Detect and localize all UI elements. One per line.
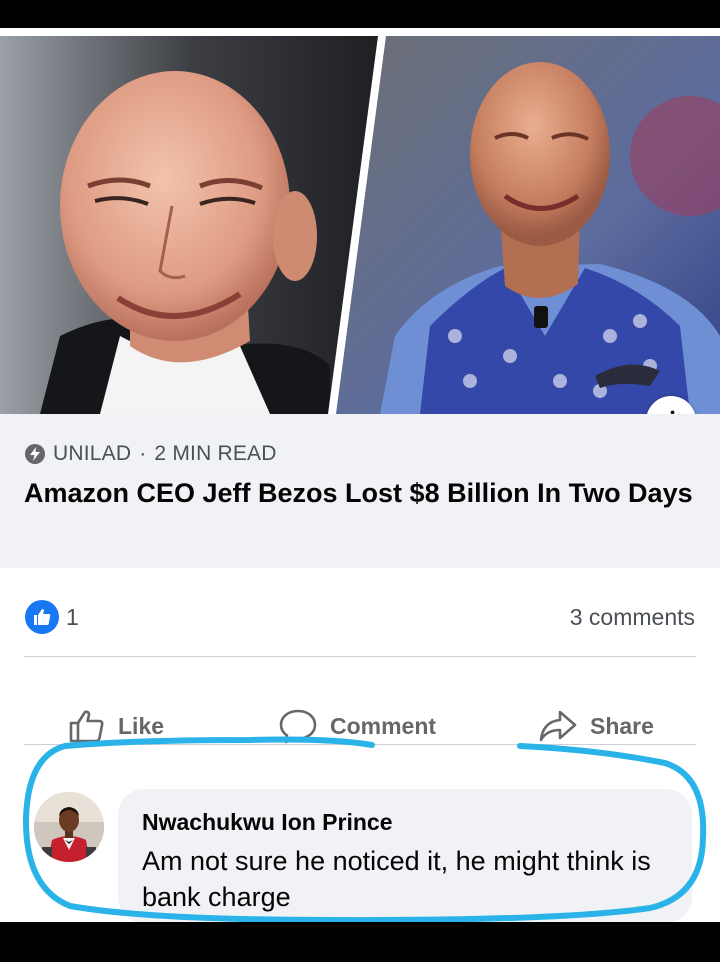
link-source: UNILAD · 2 MIN READ bbox=[25, 442, 277, 466]
comment: Nwachukwu Ion Prince Am not sure he noti… bbox=[0, 762, 720, 922]
link-preview-image[interactable]: i bbox=[0, 36, 720, 414]
comment-button[interactable]: Comment bbox=[278, 708, 436, 744]
bezos-photo-composite bbox=[0, 36, 720, 414]
like-count[interactable]: 1 bbox=[66, 604, 79, 631]
avatar[interactable] bbox=[34, 792, 104, 862]
source-name: UNILAD bbox=[53, 442, 132, 465]
link-preview[interactable]: UNILAD · 2 MIN READ Amazon CEO Jeff Bezo… bbox=[0, 414, 720, 568]
facebook-post: i UNILAD · 2 MIN READ Amazon CEO Jeff Be… bbox=[0, 28, 720, 922]
thumbs-up-icon[interactable] bbox=[25, 600, 59, 634]
action-bar: Like Comment Share bbox=[0, 684, 720, 772]
like-button[interactable]: Like bbox=[68, 708, 164, 744]
share-label: Share bbox=[590, 712, 654, 739]
thumbs-up-outline-icon bbox=[69, 710, 104, 743]
like-label: Like bbox=[118, 712, 165, 739]
divider bbox=[24, 656, 696, 657]
read-time: 2 MIN READ bbox=[154, 442, 277, 465]
share-arrow-icon bbox=[539, 710, 577, 742]
bolt-icon bbox=[25, 444, 45, 464]
comment-label: Comment bbox=[330, 712, 437, 739]
divider bbox=[24, 744, 696, 745]
comment-author[interactable]: Nwachukwu Ion Prince bbox=[142, 809, 393, 836]
reactions-summary: 1 3 comments bbox=[0, 588, 720, 652]
speech-bubble-icon bbox=[279, 709, 317, 744]
comment-bubble[interactable]: Nwachukwu Ion Prince Am not sure he noti… bbox=[118, 789, 692, 922]
source-separator: · bbox=[139, 442, 147, 465]
comments-count[interactable]: 3 comments bbox=[570, 604, 695, 631]
share-button[interactable]: Share bbox=[538, 708, 654, 744]
link-headline[interactable]: Amazon CEO Jeff Bezos Lost $8 Billion In… bbox=[24, 474, 714, 512]
comment-text: Am not sure he noticed it, he might thin… bbox=[142, 846, 651, 912]
